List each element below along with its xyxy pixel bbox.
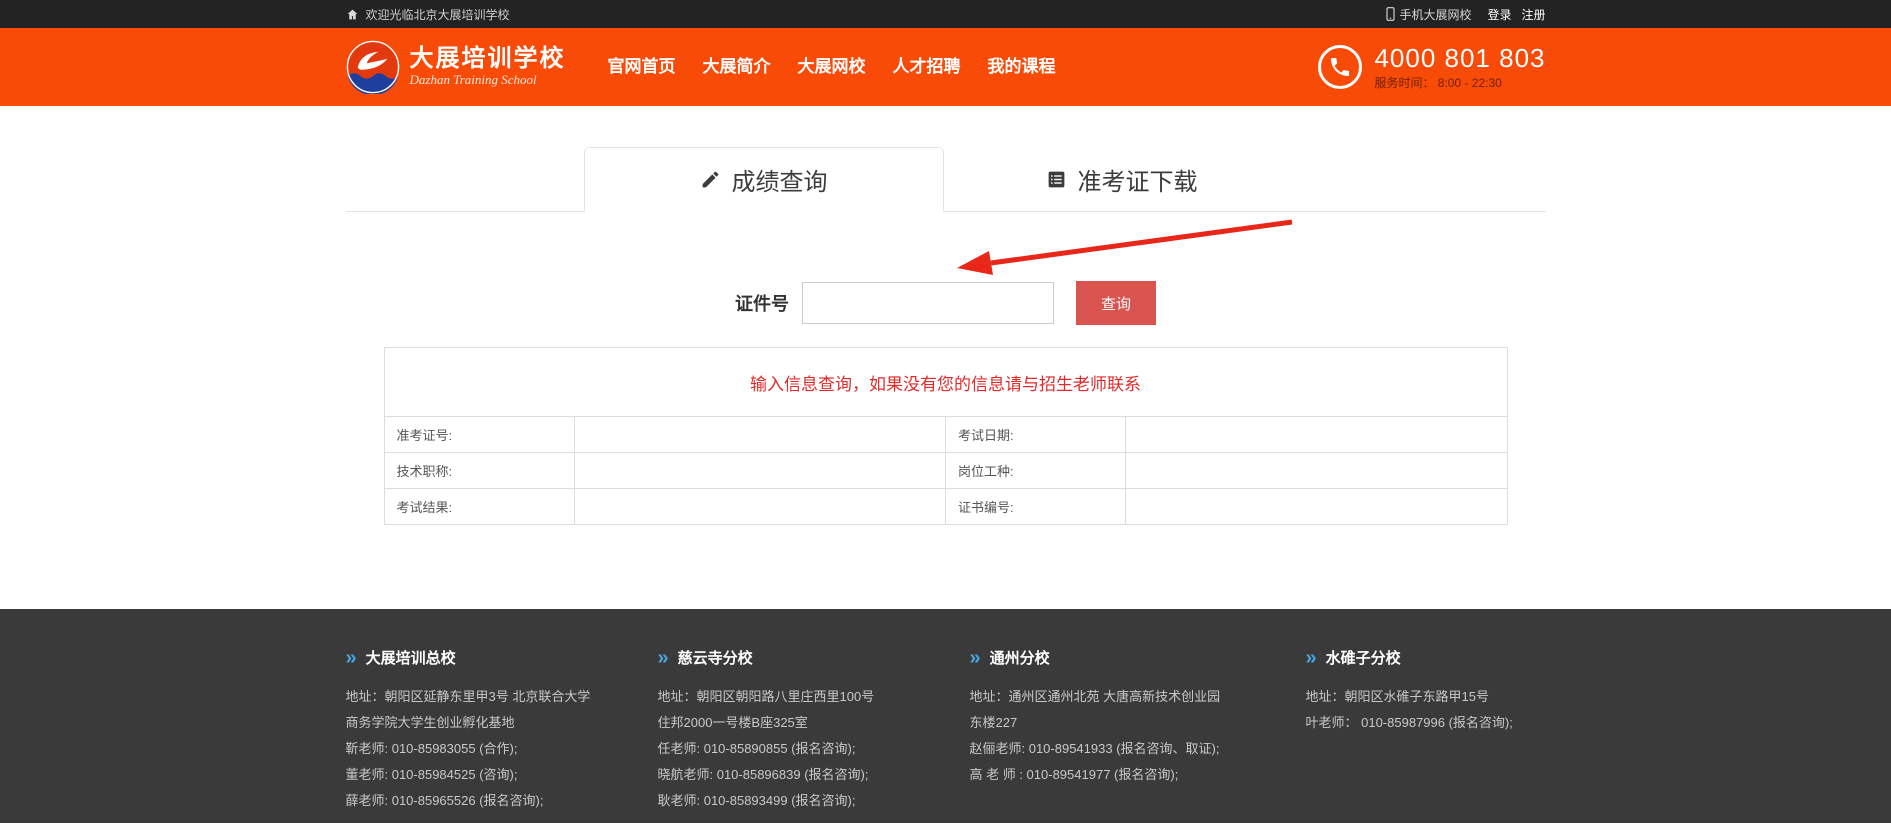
footer-branch-ciyunsi: 慈云寺分校 地址：朝阳区朝阳路八里庄西里100号 住邦2000一号楼B座325室… [658, 647, 970, 814]
welcome-text: 欢迎光临北京大展培训学校 [366, 6, 510, 23]
id-number-input[interactable] [802, 282, 1054, 324]
id-number-label: 证件号 [735, 290, 789, 316]
notice-message: 输入信息查询，如果没有您的信息请与招生老师联系 [384, 347, 1508, 417]
double-chevron-icon [1306, 651, 1317, 665]
value-exam-ticket-no [575, 417, 946, 453]
tabs-bar: 成绩查询 准考证下载 [346, 147, 1546, 212]
branch-phone: 任老师: 010-85890855 (报名咨询); [658, 736, 970, 762]
table-row: 考试结果: 证书编号: [384, 489, 1507, 525]
nav-item-recruitment[interactable]: 人才招聘 [893, 28, 961, 106]
table-row: 准考证号: 考试日期: [384, 417, 1507, 453]
value-job-type [1125, 453, 1507, 489]
service-hours: 服务时间： 8:00 - 22:30 [1374, 74, 1545, 91]
branch-phone: 董老师: 010-85984525 (咨询); [346, 762, 658, 788]
tab-admission-ticket[interactable]: 准考证下载 [944, 147, 1300, 211]
header: 大展培训学校 Dazhan Training School 官网首页 大展简介 … [0, 28, 1891, 106]
double-chevron-icon [970, 651, 981, 665]
mobile-phone-icon [1386, 7, 1395, 21]
label-exam-result: 考试结果: [384, 489, 575, 525]
branch-phone: 高 老 师 : 010-89541977 (报名咨询); [970, 762, 1306, 788]
footer-branch-tongzhou: 通州分校 地址：通州区通州北苑 大唐高新技术创业园 东楼227 赵俪老师: 01… [970, 647, 1306, 814]
mobile-site-link[interactable]: 手机大展网校 [1386, 6, 1471, 23]
branch-phone: 靳老师: 010-85983055 (合作); [346, 736, 658, 762]
nav-item-my-courses[interactable]: 我的课程 [988, 28, 1056, 106]
branch-address: 东楼227 [970, 710, 1306, 736]
footer-branch-main-campus: 大展培训总校 地址：朝阳区延静东里甲3号 北京联合大学 商务学院大学生创业孵化基… [346, 647, 658, 814]
footer-branch-shuiduizi: 水碓子分校 地址：朝阳区水碓子东路甲15号 叶老师： 010-85987996 … [1306, 647, 1546, 814]
result-table: 准考证号: 考试日期: 技术职称: 岗位工种: 考试结果: 证书编号: [384, 416, 1508, 525]
red-arrow-annotation [945, 212, 1305, 290]
branch-address: 地址：朝阳区水碓子东路甲15号 [1306, 684, 1546, 710]
table-row: 技术职称: 岗位工种: [384, 453, 1507, 489]
label-certificate-no: 证书编号: [945, 489, 1125, 525]
branch-title: 通州分校 [970, 647, 1306, 668]
branch-address: 住邦2000一号楼B座325室 [658, 710, 970, 736]
branch-address: 地址：朝阳区朝阳路八里庄西里100号 [658, 684, 970, 710]
value-exam-date [1125, 417, 1507, 453]
nav-item-online-school[interactable]: 大展网校 [798, 28, 866, 106]
branch-phone: 赵俪老师: 010-89541933 (报名咨询、取证); [970, 736, 1306, 762]
branch-title: 水碓子分校 [1306, 647, 1546, 668]
brand-logo[interactable]: 大展培训学校 Dazhan Training School [346, 40, 566, 94]
home-icon[interactable] [346, 8, 359, 21]
branch-address: 地址：通州区通州北苑 大唐高新技术创业园 [970, 684, 1306, 710]
result-panel: 输入信息查询，如果没有您的信息请与招生老师联系 准考证号: 考试日期: 技术职称… [346, 347, 1546, 525]
value-exam-result [575, 489, 946, 525]
hotline-number: 4000 801 803 [1374, 44, 1545, 72]
hotline-box: 4000 801 803 服务时间： 8:00 - 22:30 [1318, 44, 1545, 91]
nav-item-about[interactable]: 大展简介 [703, 28, 771, 106]
main-content: 成绩查询 准考证下载 证件号 查询 输入信息查询，如果没有您的信息请与招生老师联… [0, 106, 1891, 609]
branch-phone: 叶老师： 010-85987996 (报名咨询); [1306, 710, 1546, 736]
topbar: 欢迎光临北京大展培训学校 手机大展网校 登录 注册 [0, 0, 1891, 28]
nav-item-home[interactable]: 官网首页 [608, 28, 676, 106]
label-exam-ticket-no: 准考证号: [384, 417, 575, 453]
branch-title: 慈云寺分校 [658, 647, 970, 668]
branch-phone: 薛老师: 010-85965526 (报名咨询); [346, 788, 658, 814]
label-exam-date: 考试日期: [945, 417, 1125, 453]
query-button[interactable]: 查询 [1076, 281, 1156, 325]
branch-address: 商务学院大学生创业孵化基地 [346, 710, 658, 736]
tab-score-query[interactable]: 成绩查询 [584, 147, 944, 212]
double-chevron-icon [346, 651, 357, 665]
main-nav: 官网首页 大展简介 大展网校 人才招聘 我的课程 [608, 28, 1056, 106]
list-icon [1046, 169, 1067, 190]
double-chevron-icon [658, 651, 669, 665]
branch-phone: 耿老师: 010-85893499 (报名咨询); [658, 788, 970, 814]
logo-icon [346, 40, 400, 94]
label-technical-title: 技术职称: [384, 453, 575, 489]
pencil-icon [700, 169, 721, 190]
footer: 大展培训总校 地址：朝阳区延静东里甲3号 北京联合大学 商务学院大学生创业孵化基… [0, 609, 1891, 823]
branch-title: 大展培训总校 [346, 647, 658, 668]
register-link[interactable]: 注册 [1521, 6, 1545, 23]
login-link[interactable]: 登录 [1487, 6, 1511, 23]
brand-name-cn: 大展培训学校 [410, 46, 566, 72]
branch-phone: 晓航老师: 010-85896839 (报名咨询); [658, 762, 970, 788]
brand-name-en: Dazhan Training School [410, 72, 566, 88]
branch-address: 地址：朝阳区延静东里甲3号 北京联合大学 [346, 684, 658, 710]
query-form: 证件号 查询 [0, 281, 1891, 325]
label-job-type: 岗位工种: [945, 453, 1125, 489]
value-technical-title [575, 453, 946, 489]
value-certificate-no [1125, 489, 1507, 525]
phone-icon [1318, 45, 1362, 89]
